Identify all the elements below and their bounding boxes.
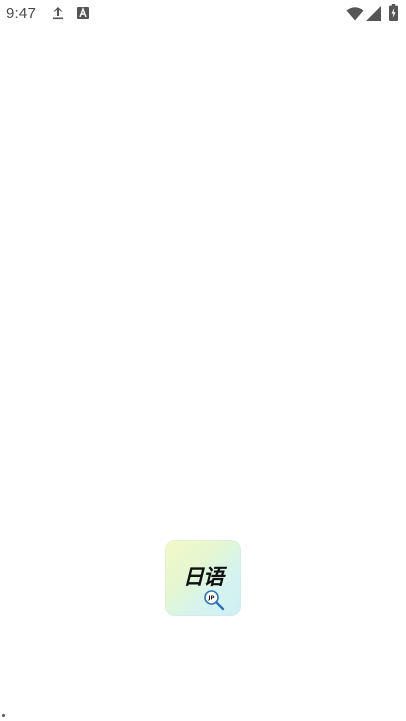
app-logo: 日语 JP: [165, 540, 241, 616]
logo-text: 日语: [183, 565, 224, 589]
battery-icon: [389, 4, 398, 21]
signal-icon: [366, 6, 381, 21]
magnifier-icon: JP: [204, 590, 225, 611]
logo-badge-text: JP: [207, 596, 214, 602]
upload-icon: [53, 7, 63, 20]
wifi-icon: [346, 7, 364, 21]
splash-screen: 9:47 日语 JP: [0, 0, 406, 721]
status-bar: 9:47: [0, 0, 406, 28]
status-time: 9:47: [6, 5, 36, 22]
a-icon: [77, 7, 89, 19]
bottom-edge-mark: [2, 714, 5, 717]
